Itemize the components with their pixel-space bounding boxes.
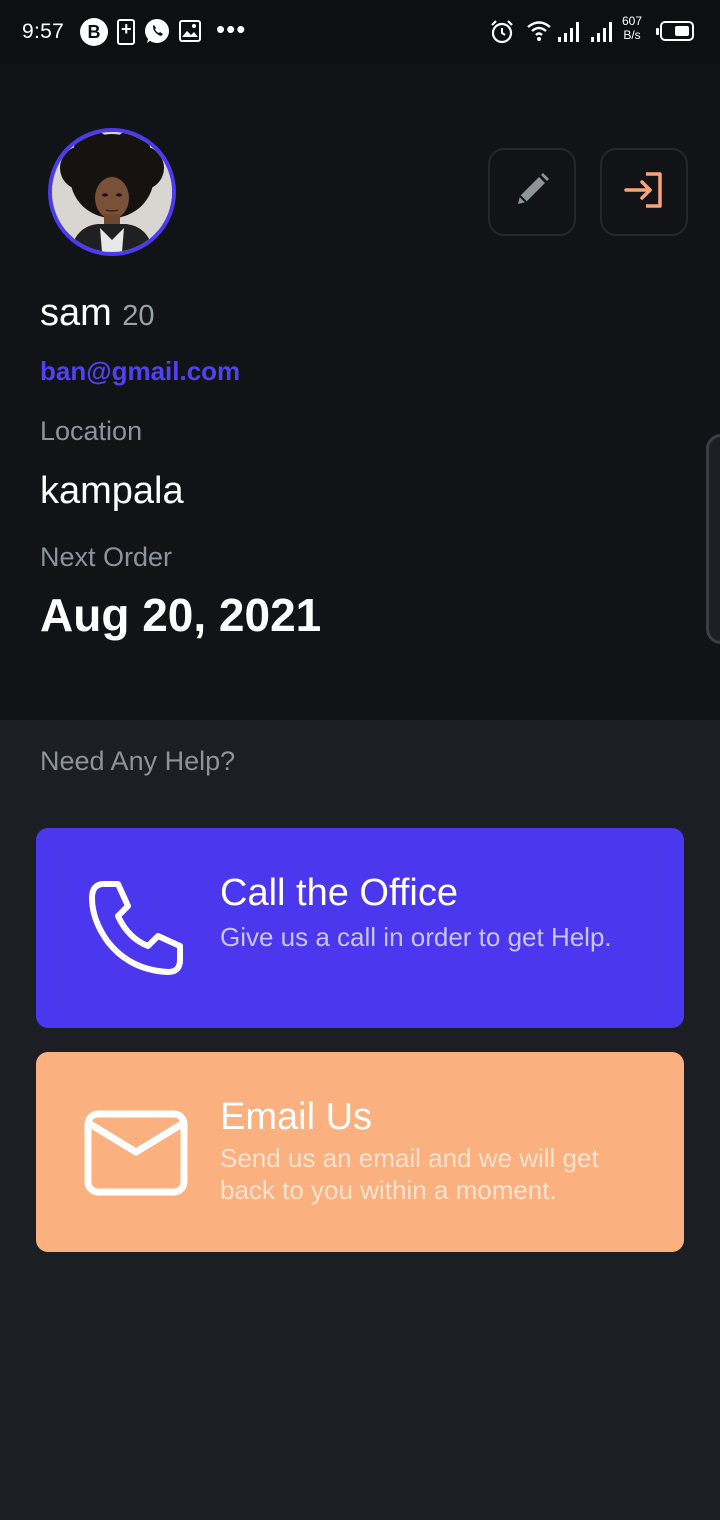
signal-icon-2	[590, 20, 616, 49]
battery-saver-icon	[117, 19, 135, 45]
call-office-card[interactable]: Call the Office Give us a call in order …	[36, 828, 684, 1028]
location-label: Location	[40, 416, 143, 446]
phone-icon	[84, 876, 188, 980]
wifi-icon	[526, 19, 552, 48]
envelope-icon	[84, 1100, 188, 1204]
whatsapp-icon	[143, 17, 171, 50]
profile-screen: 9:57 B •••	[0, 0, 720, 1520]
next-order-date: Aug 20, 2021	[40, 589, 322, 641]
email-card-title: Email Us	[220, 1096, 373, 1138]
help-section-title: Need Any Help?	[40, 746, 236, 776]
logout-icon	[622, 168, 666, 217]
location-value: kampala	[40, 470, 184, 512]
signal-icon	[557, 20, 583, 49]
b-app-icon: B	[80, 18, 108, 46]
network-speed-unit: B/s	[623, 28, 641, 42]
email-card-subtitle: Send us an email and we will get back to…	[220, 1143, 599, 1205]
battery-icon	[656, 21, 694, 41]
next-order-label: Next Order	[40, 542, 173, 572]
logout-button[interactable]	[600, 148, 688, 236]
email-us-card[interactable]: Email Us Send us an email and we will ge…	[36, 1052, 684, 1252]
network-speed: 607 B/s	[622, 14, 642, 42]
status-time: 9:57	[22, 20, 65, 43]
user-name: sam	[40, 292, 112, 334]
user-email[interactable]: ban@gmail.com	[40, 356, 240, 387]
avatar[interactable]	[48, 128, 176, 256]
pencil-icon	[512, 170, 552, 215]
user-name-line: sam 20	[40, 292, 155, 335]
profile-section: sam 20 ban@gmail.com Location kampala Ne…	[0, 64, 720, 720]
more-notifications-icon: •••	[216, 14, 247, 44]
edit-profile-button[interactable]	[488, 148, 576, 236]
edge-panel-handle[interactable]	[706, 434, 720, 644]
user-age: 20	[122, 300, 155, 332]
alarm-icon	[488, 18, 516, 51]
call-card-subtitle: Give us a call in order to get Help.	[220, 922, 612, 952]
call-card-title: Call the Office	[220, 872, 458, 914]
network-speed-value: 607	[622, 14, 643, 28]
gallery-icon	[178, 19, 202, 48]
status-bar: 9:57 B •••	[0, 0, 720, 64]
